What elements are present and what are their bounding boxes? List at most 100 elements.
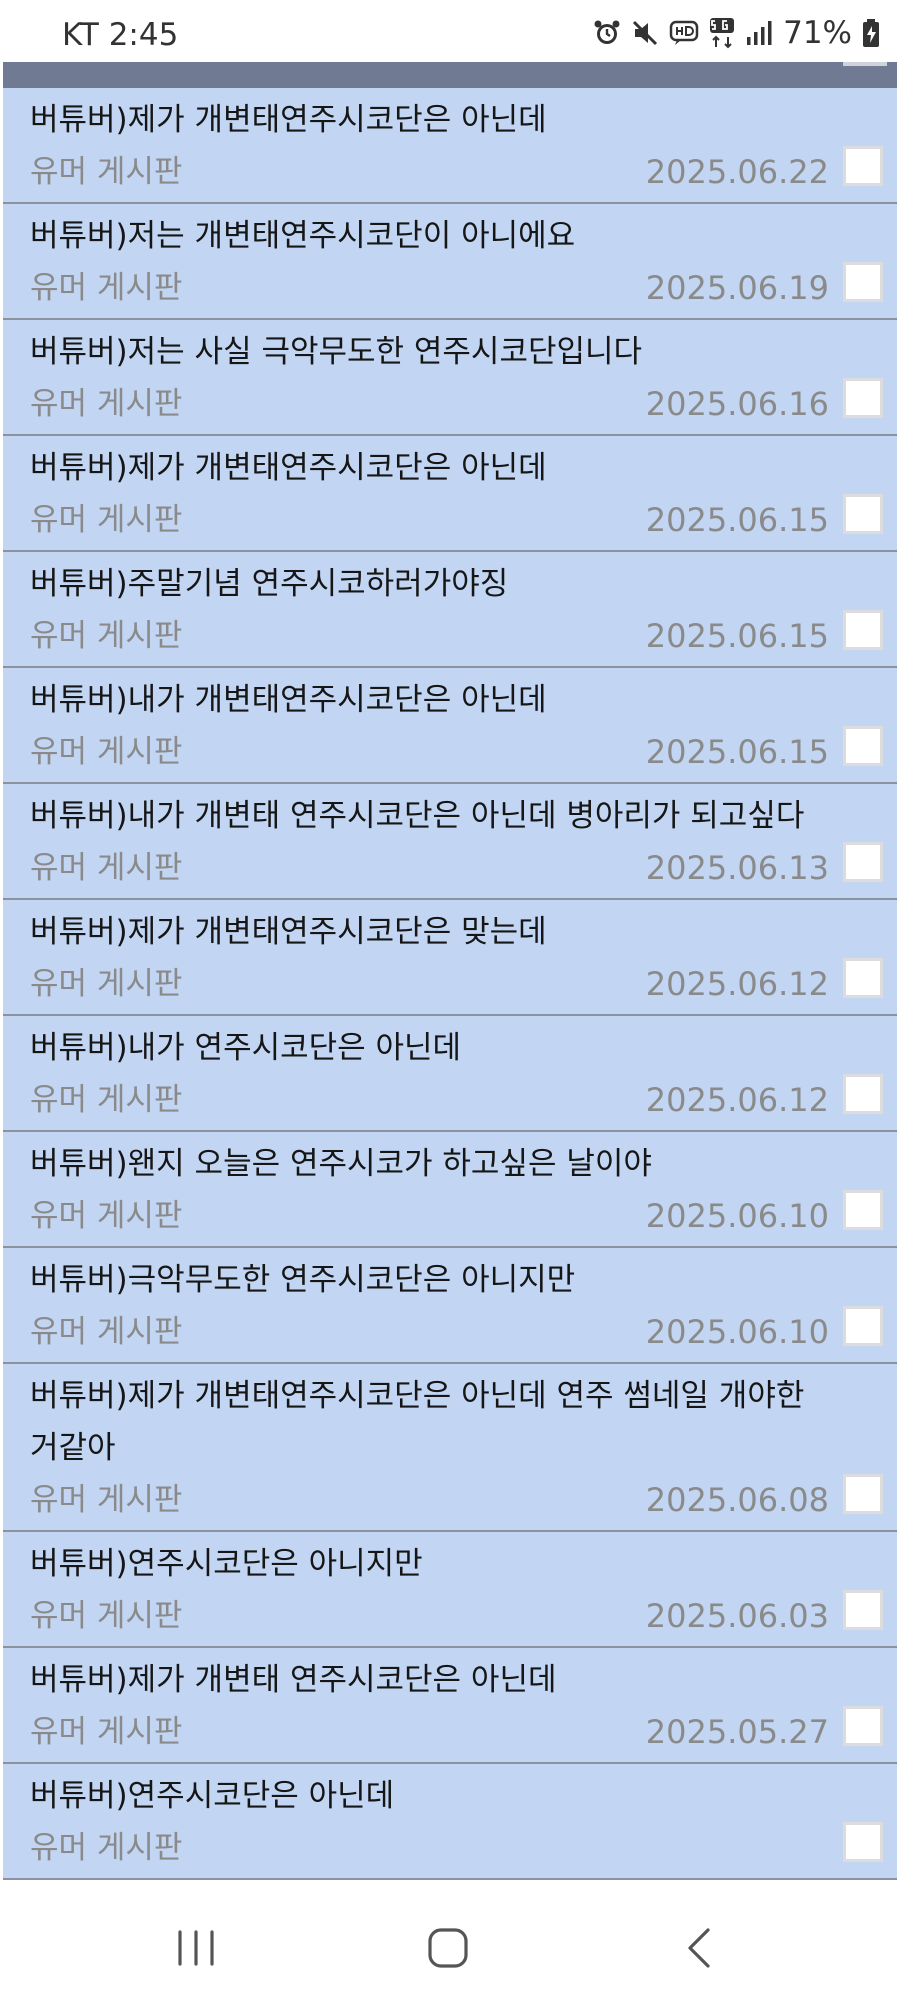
header-strip	[3, 62, 897, 88]
post-title[interactable]: 버튜버)연주시코단은 아니지만	[30, 1532, 897, 1590]
post-meta: 유머 게시판 2025.06.15	[30, 494, 897, 550]
battery-icon	[862, 15, 880, 51]
post-board: 유머 게시판	[30, 386, 183, 422]
post-date: 2025.06.03	[645, 1597, 829, 1635]
post-checkbox[interactable]	[843, 1822, 883, 1862]
post-checkbox[interactable]	[843, 1074, 883, 1114]
post-row[interactable]: 버튜버)내가 개변태 연주시코단은 아닌데 병아리가 되고싶다 유머 게시판 202…	[3, 784, 897, 900]
post-meta: 유머 게시판 2025.06.12	[30, 958, 897, 1014]
post-date: 2025.06.15	[645, 501, 829, 539]
recent-apps-icon	[178, 1930, 214, 1966]
post-date: 2025.06.16	[645, 385, 829, 423]
post-checkbox[interactable]	[843, 262, 883, 302]
home-button[interactable]	[418, 1918, 478, 1978]
back-button[interactable]	[670, 1918, 730, 1978]
post-board: 유머 게시판	[30, 1598, 183, 1634]
recent-apps-button[interactable]	[166, 1918, 226, 1978]
post-row[interactable]: 버튜버)주말기념 연주시코하러가야징유머 게시판 2025.06.15	[3, 552, 897, 668]
post-row[interactable]: 버튜버)극악무도한 연주시코단은 아니지만유머 게시판 2025.06.10	[3, 1248, 897, 1364]
post-checkbox[interactable]	[843, 494, 883, 534]
post-meta: 유머 게시판 2025.06.10	[30, 1190, 897, 1246]
post-meta: 유머 게시판 2025.06.13	[30, 842, 897, 898]
hd-icon	[669, 15, 699, 51]
post-row[interactable]: 버튜버)연주시코단은 아니지만유머 게시판 2025.06.03	[3, 1532, 897, 1648]
post-row[interactable]: 버튜버)제가 개변태 연주시코단은 아닌데유머 게시판 2025.05.27	[3, 1648, 897, 1764]
post-checkbox[interactable]	[843, 958, 883, 998]
post-row[interactable]: 버튜버)제가 개변태연주시코단은 아닌데 연주 썸네일 개야한 거같아유머 게시…	[3, 1364, 897, 1532]
post-board: 유머 게시판	[30, 734, 183, 770]
post-meta: 유머 게시판 2025.06.22	[30, 146, 897, 202]
post-meta: 유머 게시판 2025.06.10	[30, 1306, 897, 1362]
post-board: 유머 게시판	[30, 270, 183, 306]
post-title[interactable]: 버튜버)주말기념 연주시코하러가야징	[30, 552, 897, 610]
post-checkbox[interactable]	[843, 1474, 883, 1514]
post-board: 유머 게시판	[30, 1314, 183, 1350]
post-row[interactable]: 버튜버)저는 사실 극악무도한 연주시코단입니다유머 게시판 2025.06.16	[3, 320, 897, 436]
post-meta: 유머 게시판 2025.06.12	[30, 1074, 897, 1130]
post-title[interactable]: 버튜버)저는 개변태연주시코단이 아니에요	[30, 204, 897, 262]
post-board: 유머 게시판	[30, 154, 183, 190]
post-checkbox[interactable]	[843, 726, 883, 766]
carrier-time: KT 2:45	[62, 17, 179, 53]
post-meta: 유머 게시판 2025.06.19	[30, 262, 897, 318]
5g-icon	[709, 15, 735, 51]
post-row[interactable]: 버튜버)저는 개변태연주시코단이 아니에요유머 게시판 2025.06.19	[3, 204, 897, 320]
post-title[interactable]: 버튜버)내가 연주시코단은 아닌데	[30, 1016, 897, 1074]
post-board: 유머 게시판	[30, 502, 183, 538]
post-checkbox[interactable]	[843, 842, 883, 882]
post-title[interactable]: 버튜버)연주시코단은 아닌데	[30, 1764, 897, 1822]
post-checkbox[interactable]	[843, 146, 883, 186]
post-board: 유머 게시판	[30, 618, 183, 654]
post-date: 2025.06.08	[645, 1481, 829, 1519]
post-date: 2025.06.12	[645, 1081, 829, 1119]
post-date: 2025.06.15	[645, 617, 829, 655]
post-checkbox[interactable]	[843, 1190, 883, 1230]
post-row[interactable]: 버튜버)제가 개변태연주시코단은 맞는데유머 게시판 2025.06.12	[3, 900, 897, 1016]
post-row[interactable]: 버튜버)제가 개변태연주시코단은 아닌데유머 게시판 2025.06.15	[3, 436, 897, 552]
post-row[interactable]: 버튜버)제가 개변태연주시코단은 아닌데유머 게시판 2025.06.22	[3, 88, 897, 204]
post-board: 유머 게시판	[30, 1714, 183, 1750]
post-date: 2025.05.27	[645, 1713, 829, 1751]
post-title[interactable]: 버튜버)내가 개변태연주시코단은 아닌데	[30, 668, 897, 726]
post-checkbox[interactable]	[843, 610, 883, 650]
mute-icon	[631, 15, 659, 51]
post-date: 2025.06.12	[645, 965, 829, 1003]
post-board: 유머 게시판	[30, 1082, 183, 1118]
navigation-bar	[0, 1880, 900, 2000]
status-icons: 71%	[593, 15, 880, 51]
status-bar: KT 2:45 71%	[0, 0, 900, 62]
post-board: 유머 게시판	[30, 850, 183, 886]
post-title[interactable]: 버튜버)제가 개변태연주시코단은 아닌데	[30, 88, 897, 146]
post-checkbox[interactable]	[843, 378, 883, 418]
post-date: 2025.06.22	[645, 153, 829, 191]
home-icon	[428, 1928, 468, 1968]
alarm-icon	[593, 15, 621, 51]
post-title[interactable]: 버튜버)내가 개변태 연주시코단은 아닌데 병아리가 되고싶다	[30, 784, 897, 842]
post-list[interactable]: 버튜버)제가 개변태연주시코단은 아닌데 유머 게시판 2025.06.22 버튜버)…	[3, 88, 897, 1880]
post-title[interactable]: 버튜버)극악무도한 연주시코단은 아니지만	[30, 1248, 897, 1306]
post-date: 2025.06.19	[645, 269, 829, 307]
post-title[interactable]: 버튜버)왠지 오늘은 연주시코가 하고싶은 날이야	[30, 1132, 897, 1190]
post-row[interactable]: 버튜버)내가 개변태연주시코단은 아닌데 유머 게시판 2025.06.15	[3, 668, 897, 784]
battery-percent: 71%	[783, 15, 852, 51]
post-row[interactable]: 버튜버)왠지 오늘은 연주시코가 하고싶은 날이야유머 게시판 2025.06.1…	[3, 1132, 897, 1248]
post-title[interactable]: 버튜버)제가 개변태 연주시코단은 아닌데	[30, 1648, 897, 1706]
post-checkbox[interactable]	[843, 1706, 883, 1746]
post-meta: 유머 게시판 2025.06.15	[30, 726, 897, 782]
post-row[interactable]: 버튜버)연주시코단은 아닌데유머 게시판	[3, 1764, 897, 1880]
post-board: 유머 게시판	[30, 1198, 183, 1234]
post-date: 2025.06.10	[645, 1197, 829, 1235]
post-title[interactable]: 버튜버)제가 개변태연주시코단은 맞는데	[30, 900, 897, 958]
post-row[interactable]: 버튜버)내가 연주시코단은 아닌데유머 게시판 2025.06.12	[3, 1016, 897, 1132]
post-board: 유머 게시판	[30, 1830, 183, 1866]
post-checkbox[interactable]	[843, 1590, 883, 1630]
post-checkbox[interactable]	[843, 1306, 883, 1346]
post-title[interactable]: 버튜버)제가 개변태연주시코단은 아닌데 연주 썸네일 개야한 거같아	[30, 1364, 897, 1474]
post-board: 유머 게시판	[30, 966, 183, 1002]
post-date: 2025.06.10	[645, 1313, 829, 1351]
post-board: 유머 게시판	[30, 1482, 183, 1518]
post-meta: 유머 게시판 2025.06.15	[30, 610, 897, 666]
post-meta: 유머 게시판 2025.06.16	[30, 378, 897, 434]
post-title[interactable]: 버튜버)제가 개변태연주시코단은 아닌데	[30, 436, 897, 494]
post-title[interactable]: 버튜버)저는 사실 극악무도한 연주시코단입니다	[30, 320, 897, 378]
